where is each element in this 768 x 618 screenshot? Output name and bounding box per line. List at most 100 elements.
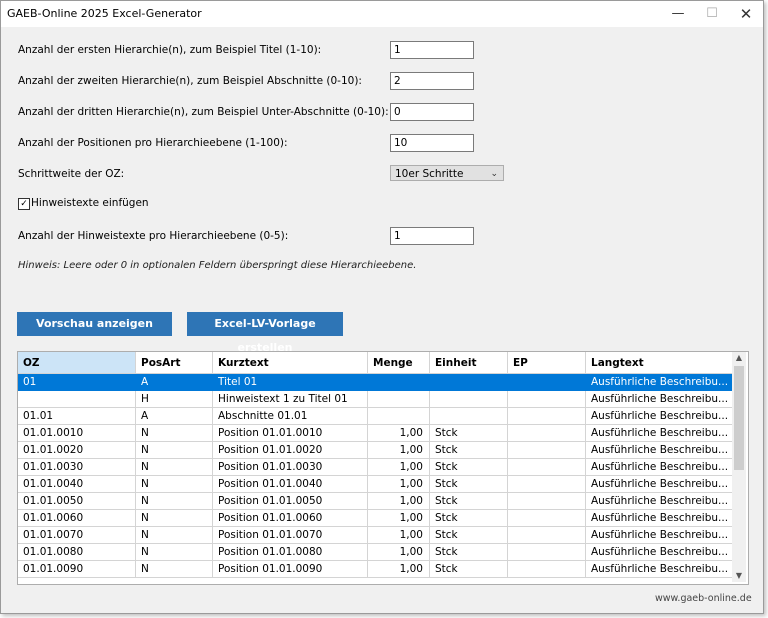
hints-checkbox-label[interactable]: Hinweistexte einfügen xyxy=(31,197,149,209)
cell-menge[interactable]: 1,00 xyxy=(368,425,430,442)
cell-oz[interactable]: 01.01.0050 xyxy=(18,493,136,510)
cell-posart[interactable]: N xyxy=(136,510,213,527)
cell-menge[interactable]: 1,00 xyxy=(368,561,430,578)
step-dropdown[interactable]: 10er Schritte ⌄ xyxy=(390,165,504,181)
hints-count-input[interactable]: 1 xyxy=(390,227,474,245)
cell-langtext[interactable]: Ausführliche Beschreibu... xyxy=(586,391,733,408)
cell-langtext[interactable]: Ausführliche Beschreibu... xyxy=(586,493,733,510)
cell-einheit[interactable] xyxy=(430,408,508,425)
cell-posart[interactable]: N xyxy=(136,425,213,442)
cell-menge[interactable]: 1,00 xyxy=(368,527,430,544)
minimize-button[interactable]: — xyxy=(668,4,688,24)
cell-menge[interactable]: 1,00 xyxy=(368,459,430,476)
cell-oz[interactable]: 01.01.0040 xyxy=(18,476,136,493)
table-row[interactable]: 01.01 A Abschnitte 01.01 Ausführliche Besch… xyxy=(18,408,733,425)
cell-ep[interactable] xyxy=(508,459,586,476)
cell-posart[interactable]: H xyxy=(136,391,213,408)
cell-kurztext[interactable]: Abschnitte 01.01 xyxy=(213,408,368,425)
cell-langtext[interactable]: Ausführliche Beschreibu... xyxy=(586,425,733,442)
scroll-thumb[interactable] xyxy=(734,366,744,470)
cell-ep[interactable] xyxy=(508,561,586,578)
cell-ep[interactable] xyxy=(508,391,586,408)
table-row[interactable]: H Hinweistext 1 zu Titel 01 Ausführliche B… xyxy=(18,391,733,408)
scroll-down-icon[interactable]: ▼ xyxy=(732,570,746,582)
cell-langtext[interactable]: Ausführliche Beschreibu... xyxy=(586,510,733,527)
cell-langtext[interactable]: Ausführliche Beschreibu... xyxy=(586,476,733,493)
table-row[interactable]: 01.01.0050 N Position 01.01.0050 1,00 Stck Au… xyxy=(18,493,733,510)
table-row[interactable]: 01.01.0070 N Position 01.01.0070 1,00 Stck Au… xyxy=(18,527,733,544)
cell-ep[interactable] xyxy=(508,510,586,527)
cell-oz[interactable]: 01.01.0010 xyxy=(18,425,136,442)
cell-menge[interactable] xyxy=(368,374,430,391)
cell-posart[interactable]: N xyxy=(136,459,213,476)
cell-menge[interactable] xyxy=(368,391,430,408)
cell-ep[interactable] xyxy=(508,374,586,391)
column-header-langtext[interactable]: Langtext xyxy=(586,352,733,374)
scroll-up-icon[interactable]: ▲ xyxy=(732,352,746,364)
cell-posart[interactable]: N xyxy=(136,442,213,459)
cell-langtext[interactable]: Ausführliche Beschreibu... xyxy=(586,527,733,544)
cell-langtext[interactable]: Ausführliche Beschreibu... xyxy=(586,408,733,425)
cell-einheit[interactable]: Stck xyxy=(430,476,508,493)
maximize-button[interactable]: ☐ xyxy=(702,4,722,24)
cell-menge[interactable] xyxy=(368,408,430,425)
cell-kurztext[interactable]: Position 01.01.0070 xyxy=(213,527,368,544)
cell-einheit[interactable]: Stck xyxy=(430,527,508,544)
column-header-kurztext[interactable]: Kurztext xyxy=(213,352,368,374)
second-hierarchy-input[interactable]: 2 xyxy=(390,72,474,90)
cell-kurztext[interactable]: Position 01.01.0030 xyxy=(213,459,368,476)
preview-table[interactable]: OZ PosArt Kurztext Menge Einheit EP Lang… xyxy=(17,351,749,585)
cell-kurztext[interactable]: Position 01.01.0060 xyxy=(213,510,368,527)
table-row[interactable]: 01.01.0020 N Position 01.01.0020 1,00 Stck Au… xyxy=(18,442,733,459)
cell-kurztext[interactable]: Position 01.01.0090 xyxy=(213,561,368,578)
cell-oz[interactable]: 01 xyxy=(18,374,136,391)
cell-langtext[interactable]: Ausführliche Beschreibu... xyxy=(586,459,733,476)
cell-kurztext[interactable]: Titel 01 xyxy=(213,374,368,391)
column-header-einheit[interactable]: Einheit xyxy=(430,352,508,374)
create-template-button[interactable]: Excel-LV-Vorlage erstellen xyxy=(187,312,343,354)
cell-oz[interactable]: 01.01.0020 xyxy=(18,442,136,459)
table-row[interactable]: 01.01.0060 N Position 01.01.0060 1,00 Stck Au… xyxy=(18,510,733,527)
cell-ep[interactable] xyxy=(508,425,586,442)
table-row[interactable]: 01 A Titel 01 Ausführliche Beschreibu... xyxy=(18,374,733,391)
cell-posart[interactable]: N xyxy=(136,527,213,544)
cell-ep[interactable] xyxy=(508,493,586,510)
cell-langtext[interactable]: Ausführliche Beschreibu... xyxy=(586,374,733,391)
cell-posart[interactable]: N xyxy=(136,493,213,510)
cell-kurztext[interactable]: Position 01.01.0080 xyxy=(213,544,368,561)
cell-ep[interactable] xyxy=(508,527,586,544)
cell-ep[interactable] xyxy=(508,476,586,493)
cell-menge[interactable]: 1,00 xyxy=(368,442,430,459)
table-row[interactable]: 01.01.0090 N Position 01.01.0090 1,00 Stck Au… xyxy=(18,561,733,578)
table-row[interactable]: 01.01.0030 N Position 01.01.0030 1,00 Stck Au… xyxy=(18,459,733,476)
cell-oz[interactable]: 01.01.0070 xyxy=(18,527,136,544)
preview-button[interactable]: Vorschau anzeigen xyxy=(17,312,172,336)
cell-einheit[interactable] xyxy=(430,391,508,408)
column-header-posart[interactable]: PosArt xyxy=(136,352,213,374)
cell-oz[interactable]: 01.01.0080 xyxy=(18,544,136,561)
cell-oz[interactable]: 01.01 xyxy=(18,408,136,425)
cell-menge[interactable]: 1,00 xyxy=(368,510,430,527)
cell-einheit[interactable]: Stck xyxy=(430,459,508,476)
cell-kurztext[interactable]: Position 01.01.0050 xyxy=(213,493,368,510)
cell-ep[interactable] xyxy=(508,442,586,459)
cell-kurztext[interactable]: Hinweistext 1 zu Titel 01 xyxy=(213,391,368,408)
cell-einheit[interactable]: Stck xyxy=(430,544,508,561)
cell-posart[interactable]: N xyxy=(136,544,213,561)
cell-kurztext[interactable]: Position 01.01.0040 xyxy=(213,476,368,493)
cell-einheit[interactable] xyxy=(430,374,508,391)
cell-oz[interactable]: 01.01.0090 xyxy=(18,561,136,578)
cell-einheit[interactable]: Stck xyxy=(430,510,508,527)
cell-oz[interactable]: 01.01.0030 xyxy=(18,459,136,476)
cell-kurztext[interactable]: Position 01.01.0010 xyxy=(213,425,368,442)
cell-oz[interactable] xyxy=(18,391,136,408)
vertical-scrollbar[interactable]: ▲ ▼ xyxy=(732,352,746,582)
column-header-ep[interactable]: EP xyxy=(508,352,586,374)
cell-oz[interactable]: 01.01.0060 xyxy=(18,510,136,527)
table-row[interactable]: 01.01.0080 N Position 01.01.0080 1,00 Stck Au… xyxy=(18,544,733,561)
close-button[interactable]: ✕ xyxy=(736,4,756,24)
cell-langtext[interactable]: Ausführliche Beschreibu... xyxy=(586,442,733,459)
cell-einheit[interactable]: Stck xyxy=(430,561,508,578)
cell-posart[interactable]: N xyxy=(136,476,213,493)
cell-langtext[interactable]: Ausführliche Beschreibu... xyxy=(586,561,733,578)
